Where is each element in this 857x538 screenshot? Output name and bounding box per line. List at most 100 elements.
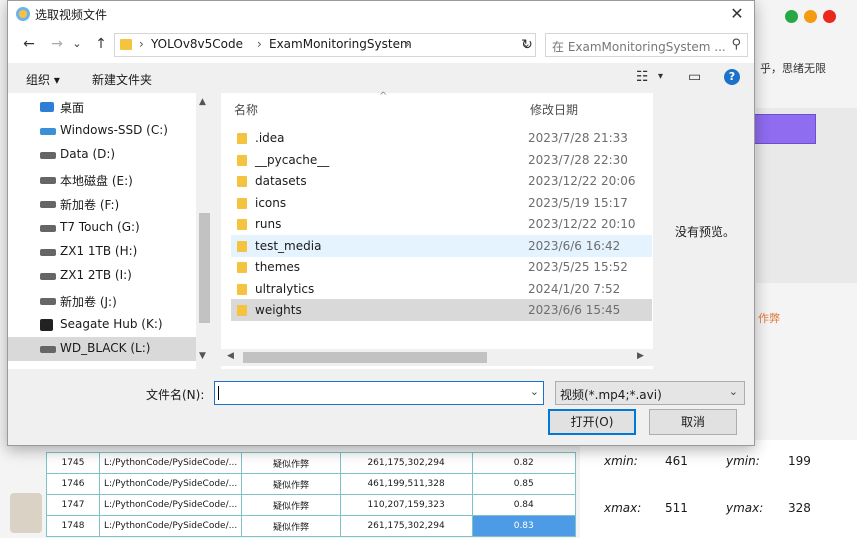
scroll-left-arrow-icon[interactable]: ◀ xyxy=(227,351,234,361)
results-table: 1745 L:/PythonCode/PySideCode/... 疑似作弊 261,… xyxy=(46,452,576,537)
file-name: datasets xyxy=(255,174,307,188)
dialog-titlebar[interactable]: 选取视频文件 ✕ xyxy=(8,1,754,27)
recent-locations-chevron-icon[interactable]: ⌄ xyxy=(68,35,86,53)
filename-input[interactable]: ⌄ xyxy=(214,381,544,405)
maximize-window-button[interactable] xyxy=(785,10,798,23)
chevron-right-icon: › xyxy=(405,37,410,51)
organize-menu-button[interactable]: 组织 ▾ xyxy=(26,71,60,88)
file-row[interactable]: icons 2023/5/19 15:17 xyxy=(231,192,652,214)
coords-panel: xmin: 461 ymin: 199 xmax: 511 ymax: 328 xyxy=(580,440,857,538)
help-icon[interactable]: ? xyxy=(724,69,740,85)
table-cell-id: 1748 xyxy=(46,515,100,537)
close-window-button[interactable] xyxy=(823,10,836,23)
table-cell-type: 疑似作弊 xyxy=(241,494,341,516)
minimize-window-button[interactable] xyxy=(804,10,817,23)
nav-item[interactable]: T7 Touch (G:) xyxy=(8,216,196,240)
cancel-button[interactable]: 取消 xyxy=(649,409,737,435)
table-cell-box: 261,175,302,294 xyxy=(339,452,473,474)
search-input[interactable]: 在 ExamMonitoringSystem ... ⚲ xyxy=(545,33,748,57)
scroll-down-arrow-icon[interactable]: ▼ xyxy=(199,351,206,361)
nav-item[interactable]: ZX1 2TB (I:) xyxy=(8,264,196,288)
table-row[interactable]: 1748 L:/PythonCode/PySideCode/... 疑似作弊 261,… xyxy=(46,515,576,537)
nav-item-label: Data (D:) xyxy=(60,147,116,162)
sort-ascending-icon: ^ xyxy=(379,91,388,102)
folder-icon xyxy=(237,305,247,316)
file-modified-date: 2023/12/22 20:06 xyxy=(528,174,636,188)
table-cell-score: 0.82 xyxy=(471,452,576,474)
file-type-select[interactable]: 视频(*.mp4;*.avi) ⌄ xyxy=(555,381,745,405)
nav-item-label: T7 Touch (G:) xyxy=(60,220,140,234)
scroll-right-arrow-icon[interactable]: ▶ xyxy=(637,351,644,361)
file-modified-date: 2023/6/6 15:45 xyxy=(528,303,621,317)
file-row[interactable]: weights 2023/6/6 15:45 xyxy=(231,299,652,321)
table-row[interactable]: 1747 L:/PythonCode/PySideCode/... 疑似作弊 110,… xyxy=(46,494,576,516)
command-toolbar: 组织 ▾ 新建文件夹 ☷ ▾ ▭ ? xyxy=(8,63,754,93)
chevron-right-icon: › xyxy=(139,37,144,51)
new-folder-button[interactable]: 新建文件夹 xyxy=(92,71,152,88)
forward-arrow-icon[interactable]: → xyxy=(48,35,66,53)
navigation-pane: 桌面 Windows-SSD (C:) Data (D:) 本地磁盘 (E:) 新加卷 … xyxy=(8,93,213,369)
folder-icon xyxy=(237,283,247,295)
text-caret xyxy=(218,386,219,400)
file-row[interactable]: .idea 2023/7/28 21:33 xyxy=(231,127,652,149)
close-icon[interactable]: ✕ xyxy=(726,3,748,25)
refresh-icon[interactable]: ↻ xyxy=(518,33,536,57)
nav-item[interactable]: ZX1 1TB (H:) xyxy=(8,240,196,264)
file-row[interactable]: runs 2023/12/22 20:10 xyxy=(231,213,652,235)
preview-pane-icon[interactable]: ▭ xyxy=(688,69,701,85)
file-name: runs xyxy=(255,217,282,231)
file-row[interactable]: themes 2023/5/25 15:52 xyxy=(231,256,652,278)
accent-button[interactable] xyxy=(754,114,816,144)
table-cell-type: 疑似作弊 xyxy=(241,452,341,474)
table-row[interactable]: 1746 L:/PythonCode/PySideCode/... 疑似作弊 461,… xyxy=(46,473,576,495)
search-icon[interactable]: ⚲ xyxy=(731,37,741,52)
open-button[interactable]: 打开(O) xyxy=(548,409,636,435)
file-modified-date: 2023/12/22 20:10 xyxy=(528,217,636,231)
scroll-up-arrow-icon[interactable]: ▲ xyxy=(199,97,206,107)
table-cell-score: 0.83 xyxy=(471,515,576,537)
navigation-scrollbar[interactable]: ▲ ▼ xyxy=(196,93,213,369)
column-header-modified[interactable]: 修改日期 xyxy=(530,101,578,118)
folder-icon xyxy=(237,154,247,166)
scroll-thumb[interactable] xyxy=(243,352,487,363)
up-arrow-icon[interactable]: ↑ xyxy=(92,35,110,53)
file-row[interactable]: __pycache__ 2023/7/28 22:30 xyxy=(231,149,652,171)
nav-item[interactable]: WD_BLACK (L:) xyxy=(8,337,196,361)
file-row[interactable]: datasets 2023/12/22 20:06 xyxy=(231,170,652,192)
nav-item[interactable]: 新加卷 (F:) xyxy=(8,192,196,216)
nav-item[interactable]: Windows-SSD (C:) xyxy=(8,119,196,143)
file-row[interactable]: test_media 2023/6/6 16:42 xyxy=(231,234,652,257)
nav-item[interactable]: 桌面 xyxy=(8,95,196,119)
folder-icon xyxy=(237,176,247,187)
file-row[interactable]: ultralytics 2024/1/20 7:52 xyxy=(231,278,652,300)
column-header-name[interactable]: 名称 xyxy=(234,101,258,118)
nav-item-label: 本地磁盘 (E:) xyxy=(60,173,133,188)
drive-icon xyxy=(40,297,56,305)
breadcrumb-segment[interactable]: YOLOv8v5Code xyxy=(151,37,243,51)
file-modified-date: 2024/1/20 7:52 xyxy=(528,281,621,296)
ymin-value: 199 xyxy=(788,454,811,468)
horizontal-scrollbar[interactable]: ◀ ▶ xyxy=(221,349,653,366)
address-bar[interactable]: › YOLOv8v5Code › ExamMonitoringSystem › … xyxy=(114,33,536,57)
view-options-icon[interactable]: ☷ xyxy=(636,69,649,85)
table-row[interactable]: 1745 L:/PythonCode/PySideCode/... 疑似作弊 261,… xyxy=(46,452,576,474)
scroll-thumb[interactable] xyxy=(199,213,210,323)
file-modified-date: 2023/7/28 21:33 xyxy=(528,131,628,145)
nav-item[interactable]: Seagate Hub (K:) xyxy=(8,313,196,337)
nav-item-label: ZX1 1TB (H:) xyxy=(60,244,138,259)
back-arrow-icon[interactable]: ← xyxy=(20,35,38,53)
chevron-down-icon[interactable]: ⌄ xyxy=(530,385,539,398)
drive-icon xyxy=(40,249,56,257)
nav-item[interactable]: Data (D:) xyxy=(8,143,196,167)
xmax-label: xmax: xyxy=(604,501,642,515)
nav-item[interactable]: 本地磁盘 (E:) xyxy=(8,168,196,192)
table-cell-box: 110,207,159,323 xyxy=(339,494,473,516)
view-dropdown-chevron-icon[interactable]: ▾ xyxy=(658,71,663,82)
file-name: ultralytics xyxy=(255,281,315,296)
nav-item-label: Seagate Hub (K:) xyxy=(60,316,163,331)
table-cell-type: 疑似作弊 xyxy=(241,515,341,537)
nav-item[interactable]: 新加卷 (J:) xyxy=(8,289,196,313)
breadcrumb-segment[interactable]: ExamMonitoringSystem xyxy=(269,37,412,51)
dialog-title: 选取视频文件 xyxy=(35,8,108,22)
drive-icon xyxy=(40,225,56,232)
